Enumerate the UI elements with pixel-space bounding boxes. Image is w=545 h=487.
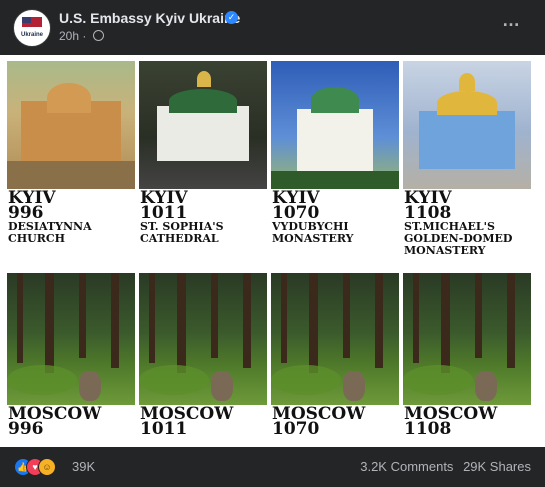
avatar-label: Ukraine	[20, 32, 43, 38]
caption-building: MONASTERY	[404, 244, 486, 257]
caption-year: 1108	[404, 419, 452, 439]
forest-photo	[271, 273, 399, 405]
forest-photo	[7, 273, 135, 405]
caption-building: MONASTERY	[272, 232, 354, 245]
st-sophia-cathedral-photo	[139, 61, 267, 189]
caption-year: 996	[8, 203, 44, 223]
haha-icon: ☺	[38, 458, 56, 476]
post-footer: 👍 ♥ ☺ 39K 3.2K Comments 29K Shares	[0, 447, 545, 487]
caption-year: 1108	[404, 203, 452, 223]
moscow-1108-caption: MOSCOW 1108	[404, 406, 497, 439]
shares-link[interactable]: 29K Shares	[463, 459, 531, 474]
comments-link[interactable]: 3.2K Comments	[360, 459, 453, 474]
page-name-link[interactable]: U.S. Embassy Kyiv Ukraine	[59, 10, 240, 26]
more-options-button[interactable]: …	[502, 10, 521, 31]
kyiv-1108-caption: KYIV 1108 ST.MICHAEL'S GOLDEN-DOMED MONA…	[404, 190, 512, 257]
caption-year: 1011	[140, 203, 188, 223]
caption-building: CHURCH	[8, 232, 66, 245]
moscow-1011-caption: MOSCOW 1011	[140, 406, 233, 439]
globe-icon	[92, 30, 104, 41]
kyiv-1011-caption: KYIV 1011 ST. SOPHIA'S CATHEDRAL	[140, 190, 224, 245]
post-meta: 20h ·	[59, 29, 104, 43]
forest-photo	[403, 273, 531, 405]
reactions-summary[interactable]: 👍 ♥ ☺	[14, 458, 64, 476]
moscow-996-caption: MOSCOW 996	[8, 406, 101, 439]
meta-separator: ·	[82, 29, 87, 43]
post-image[interactable]: KYIV 996 DESIATYNNA CHURCH KYIV 1011 ST.…	[0, 55, 545, 447]
caption-year: 996	[8, 419, 44, 439]
caption-year: 1011	[140, 419, 188, 439]
page-avatar[interactable]: Ukraine	[13, 9, 51, 47]
caption-building: CATHEDRAL	[140, 232, 219, 245]
verified-badge-icon: ✓	[225, 11, 238, 24]
flag-icon	[22, 17, 42, 27]
st-michaels-monastery-photo	[403, 61, 531, 189]
post-stats: 3.2K Comments 29K Shares	[354, 459, 531, 474]
kyiv-1070-caption: KYIV 1070 VYDUBYCHI MONASTERY	[272, 190, 354, 245]
post-header: Ukraine U.S. Embassy Kyiv Ukraine ✓ 20h …	[0, 0, 545, 50]
forest-photo	[139, 273, 267, 405]
moscow-1070-caption: MOSCOW 1070	[272, 406, 365, 439]
reaction-count[interactable]: 39K	[72, 459, 95, 474]
post-time-link[interactable]: 20h	[59, 29, 79, 43]
vydubychi-monastery-photo	[271, 61, 399, 189]
desiatynna-church-photo	[7, 61, 135, 189]
caption-year: 1070	[272, 419, 320, 439]
caption-year: 1070	[272, 203, 320, 223]
kyiv-996-caption: KYIV 996 DESIATYNNA CHURCH	[8, 190, 92, 245]
